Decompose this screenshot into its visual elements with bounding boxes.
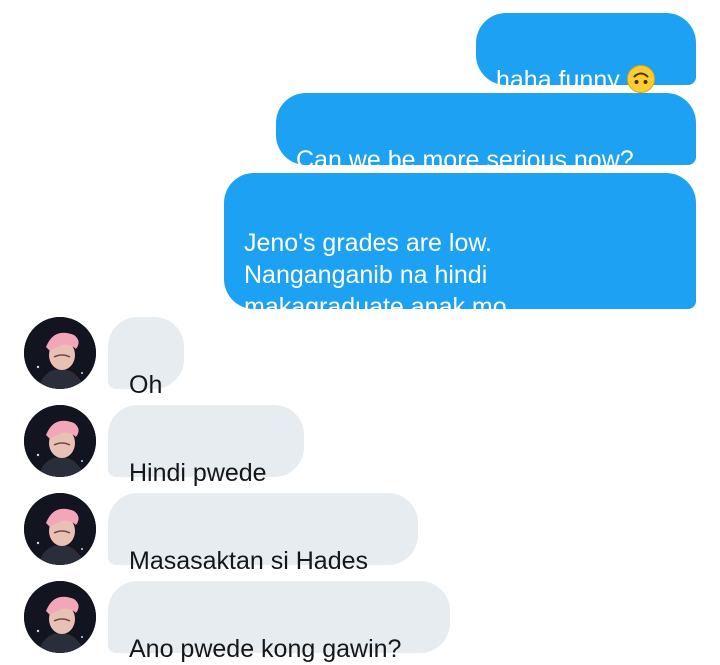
received-message[interactable]: Hindi pwede [108, 405, 304, 487]
message-text: Can we be more serious now? [296, 146, 634, 174]
conversation-thread: haha funny Can we be more serious now? J… [0, 0, 720, 664]
received-message[interactable]: Ano pwede kong gawin? [108, 581, 450, 663]
received-message[interactable]: Oh [108, 317, 184, 399]
sent-message[interactable]: Jeno's grades are low. Nanganganib na hi… [224, 173, 696, 321]
message-text: haha funny [496, 66, 620, 94]
avatar[interactable] [24, 317, 96, 389]
message-text: Jeno's grades are low. Nanganganib na hi… [244, 229, 514, 321]
message-text: Masasaktan si Hades [129, 547, 369, 575]
sent-message[interactable]: haha funny [476, 13, 696, 94]
message-text: Oh [129, 371, 163, 399]
avatar[interactable] [24, 405, 96, 477]
upside-down-face-icon [626, 64, 656, 94]
message-text: Ano pwede kong gawin? [129, 635, 402, 663]
message-text: Hindi pwede [129, 459, 267, 487]
avatar[interactable] [24, 493, 96, 565]
sent-message[interactable]: Can we be more serious now? [276, 93, 696, 174]
received-message[interactable]: Masasaktan si Hades [108, 493, 418, 575]
avatar[interactable] [24, 581, 96, 653]
